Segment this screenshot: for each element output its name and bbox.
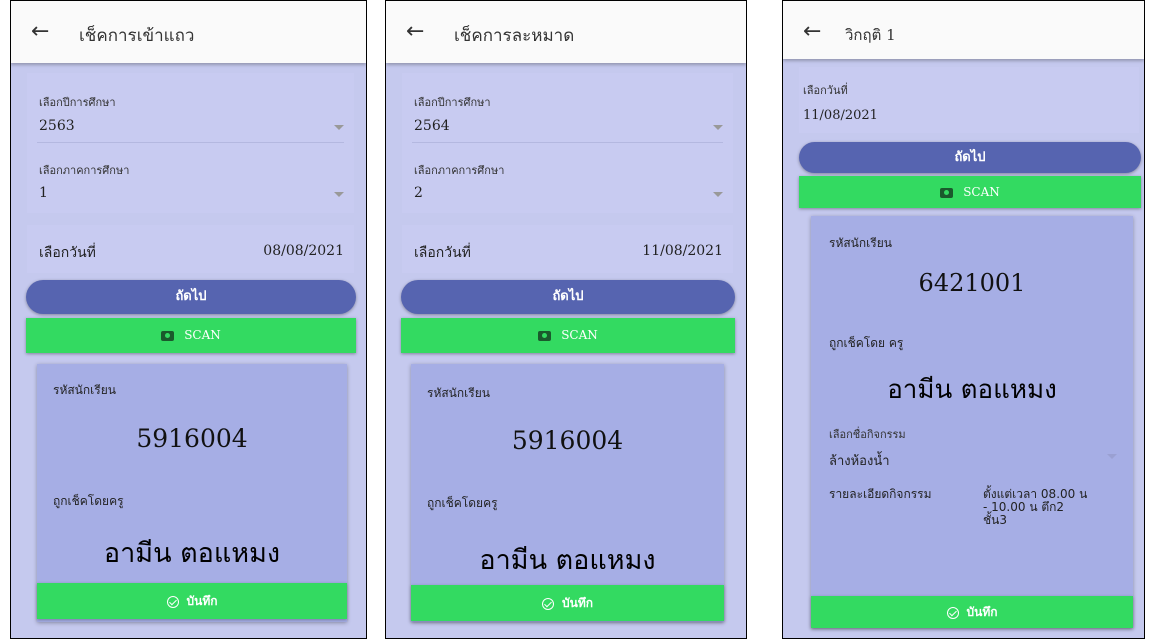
scan-button-label: SCAN [561, 328, 598, 342]
term-label: เลือกภาคการศึกษา [39, 164, 130, 177]
year-label: เลือกปีการศึกษา [39, 96, 116, 109]
app-bar: ← เช็คการเข้าแถว [11, 1, 366, 63]
term-select[interactable]: 2 [414, 185, 423, 201]
page-title: วิกฤติ 1 [845, 26, 896, 44]
date-label: เลือกวันที่ [39, 245, 96, 261]
scan-button[interactable]: SCAN [401, 318, 735, 353]
chevron-down-icon[interactable] [713, 125, 723, 130]
next-button[interactable]: ถัดไป [799, 142, 1141, 173]
year-select[interactable]: 2564 [414, 118, 450, 134]
student-id-value: 6421001 [918, 269, 1026, 297]
back-arrow-icon[interactable]: ← [31, 21, 49, 43]
chevron-down-icon[interactable] [713, 192, 723, 197]
next-button[interactable]: ถัดไป [26, 280, 356, 314]
year-label: เลือกปีการศึกษา [414, 96, 491, 109]
crisis-check-screen: ← วิกฤติ 1 เลือกวันที่ 11/08/2021 ถัดไป … [782, 0, 1145, 639]
date-value[interactable]: 11/08/2021 [642, 243, 723, 259]
save-button[interactable]: บันทึก [811, 596, 1133, 628]
check-circle-icon [166, 595, 179, 608]
student-id-label: รหัสนักเรียน [53, 383, 116, 397]
camera-icon [940, 187, 954, 198]
checked-by-label: ถูกเช็คโดยครู [53, 494, 124, 508]
teacher-name: อามีน ตอแหมง [887, 375, 1057, 405]
date-picker-row[interactable]: เลือกวันที่ 11/08/2021 [799, 67, 1139, 133]
scan-button[interactable]: SCAN [26, 318, 356, 353]
student-card: รหัสนักเรียน 5916004 ถูกเช็คโดยครู อามีน… [411, 364, 724, 622]
activity-detail-text: ตั้งแต่เวลา 08.00 น - 10.00 น ตึก2 ชั้น3 [983, 488, 1123, 527]
student-id-value: 5916004 [136, 424, 248, 453]
next-button-label: ถัดไป [175, 289, 207, 304]
chevron-down-icon[interactable] [334, 192, 344, 197]
back-arrow-icon[interactable]: ← [803, 21, 821, 43]
date-picker-row[interactable]: เลือกวันที่ 08/08/2021 [27, 225, 354, 273]
app-bar: ← วิกฤติ 1 [783, 1, 1144, 59]
checked-by-label: ถูกเช็คโดยครู [427, 496, 498, 510]
student-id-label: รหัสนักเรียน [829, 236, 892, 250]
save-button[interactable]: บันทึก [37, 583, 347, 619]
check-circle-icon [946, 606, 959, 619]
student-id-label: รหัสนักเรียน [427, 386, 490, 400]
term-select[interactable]: 1 [39, 185, 48, 201]
divider [412, 142, 723, 143]
scan-button[interactable]: SCAN [799, 176, 1141, 208]
scan-button-label: SCAN [184, 328, 221, 342]
next-button[interactable]: ถัดไป [401, 280, 735, 314]
divider [37, 142, 344, 143]
camera-icon [538, 330, 552, 341]
chevron-down-icon[interactable] [1107, 454, 1117, 459]
app-bar: ← เช็คการละหมาด [386, 1, 746, 63]
chevron-down-icon[interactable] [334, 125, 344, 130]
activity-label: เลือกชื่อกิจกรรม [829, 428, 906, 441]
teacher-name: อามีน ตอแหมง [103, 538, 281, 569]
save-button[interactable]: บันทึก [411, 585, 724, 621]
date-value[interactable]: 11/08/2021 [803, 108, 878, 123]
activity-detail-label: รายละเอียดกิจกรรม [829, 487, 932, 501]
checked-by-label: ถูกเช็คโดย ครู [829, 336, 904, 350]
year-term-form: เลือกปีการศึกษา 2564 เลือกภาคการศึกษา 2 [402, 73, 733, 213]
activity-detail-line: ชั้น3 [983, 513, 1007, 527]
attendance-check-screen: ← เช็คการเข้าแถว เลือกปีการศึกษา 2563 เล… [10, 0, 367, 639]
year-select[interactable]: 2563 [39, 118, 75, 134]
year-term-form: เลือกปีการศึกษา 2563 เลือกภาคการศึกษา 1 [27, 73, 354, 213]
scan-button-label: SCAN [963, 185, 1000, 199]
student-id-value: 5916004 [511, 426, 624, 455]
check-circle-icon [542, 597, 554, 610]
next-button-label: ถัดไป [954, 150, 986, 165]
next-button-label: ถัดไป [552, 289, 584, 304]
back-arrow-icon[interactable]: ← [406, 21, 424, 43]
save-button-label: บันทึก [966, 605, 998, 619]
activity-select[interactable]: ล้างห้องน้ำ [829, 450, 890, 471]
page-title: เช็คการละหมาด [454, 26, 575, 46]
camera-icon [161, 330, 175, 341]
date-value[interactable]: 08/08/2021 [263, 243, 344, 259]
date-picker-row[interactable]: เลือกวันที่ 11/08/2021 [402, 225, 733, 273]
term-label: เลือกภาคการศึกษา [414, 164, 505, 177]
page-title: เช็คการเข้าแถว [79, 26, 195, 46]
student-card: รหัสนักเรียน 6421001 ถูกเช็คโดย ครู อามี… [811, 216, 1133, 628]
student-card: รหัสนักเรียน 5916004 ถูกเช็คโดยครู อามีน… [37, 364, 347, 622]
teacher-name: อามีน ตอแหมง [479, 545, 656, 576]
date-label: เลือกวันที่ [414, 245, 471, 261]
prayer-check-screen: ← เช็คการละหมาด เลือกปีการศึกษา 2564 เลื… [385, 0, 747, 639]
save-button-label: บันทึก [562, 596, 593, 610]
date-label: เลือกวันที่ [803, 84, 848, 97]
save-button-label: บันทึก [186, 594, 218, 608]
